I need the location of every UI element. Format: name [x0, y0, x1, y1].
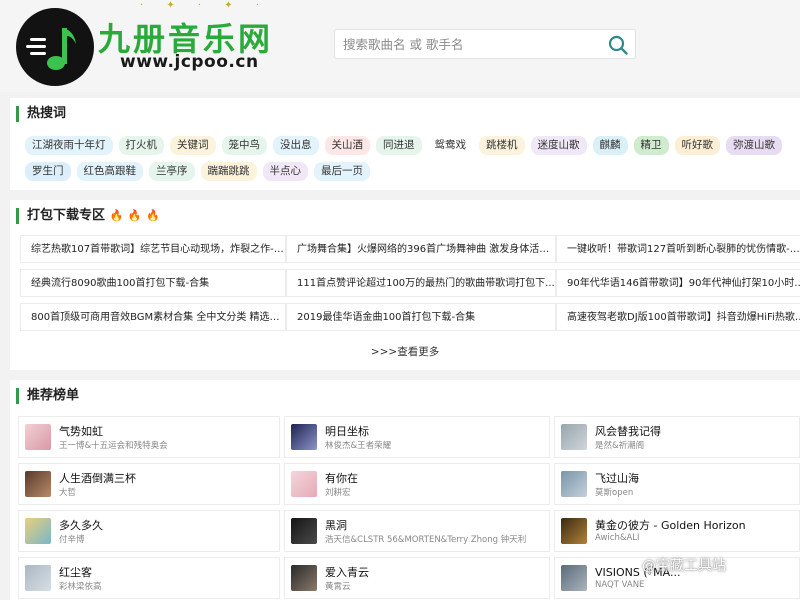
recommend-title: 推荐榜单 [16, 388, 79, 404]
pack-download-title: 打包下载专区 🔥 🔥 🔥 [16, 208, 160, 224]
song-title[interactable]: 红尘客 [59, 564, 92, 580]
recommend-song-item[interactable]: 人生酒倒满三杯 大哲 [18, 463, 280, 505]
album-cover[interactable] [291, 565, 317, 591]
pack-download-item[interactable]: 广场舞合集】火爆网络的396首广场舞神曲 激发身体活力... [286, 235, 556, 263]
album-cover[interactable] [25, 518, 51, 544]
song-artist: 大哲 [59, 488, 77, 498]
song-artist: 浩天信&CLSTR 56&MORTEN&Terry Zhong 钟天利 [325, 535, 527, 545]
pack-download-item[interactable]: 90年代华语146首带歌词】90年代神仙打架10小时-合集 [556, 269, 800, 297]
pack-download-item[interactable]: 2019最佳华语金曲100首打包下载-合集 [286, 303, 556, 331]
pack-download-item[interactable]: 经典流行8090歌曲100首打包下载-合集 [20, 269, 286, 297]
album-cover[interactable] [291, 471, 317, 497]
song-title[interactable]: 多久多久 [59, 517, 103, 533]
album-cover[interactable] [561, 518, 587, 544]
hot-search-tag[interactable]: 跳楼机 [479, 136, 525, 155]
hot-search-tag[interactable]: 关键词 [170, 136, 216, 155]
recommend-song-item[interactable]: 黑洞浩天信&CLSTR 56&MORTEN&Terry Zhong 钟天利 [284, 510, 550, 552]
view-more-link[interactable]: >>>查看更多 [10, 344, 800, 359]
music-note-icon [26, 28, 76, 70]
song-artist: 彩林梁依高 [59, 582, 102, 592]
recommend-song-item[interactable]: 黄金の彼方 - Golden Horizon Awich&ALI [554, 510, 800, 552]
hot-search-title: 热搜词 [16, 106, 66, 122]
hot-search-tag[interactable]: 没出息 [273, 136, 319, 155]
hot-search-panel: 热搜词 江湖夜雨十年灯 打火机 关键词 笼中鸟 没出息 关山酒 同进退 鸳鸯戏 跳楼机 迷度山歌麒… [10, 98, 800, 190]
search-input[interactable] [343, 34, 599, 54]
site-url: www.jcpoo.cn [120, 52, 259, 72]
recommend-song-item[interactable]: 红尘客 彩林梁依高 [18, 557, 280, 599]
hot-search-tags: 江湖夜雨十年灯 打火机 关键词 笼中鸟 没出息 关山酒 同进退 鸳鸯戏 跳楼机 迷度山歌 麒麟 精卫听… [25, 136, 795, 188]
hot-search-tag[interactable]: 笼中鸟 [221, 136, 267, 155]
song-title[interactable]: 爱入青云 [325, 564, 369, 580]
fire-icon: 🔥 [109, 209, 124, 222]
hot-search-tag[interactable]: 江湖夜雨十年灯 [25, 136, 113, 155]
recommend-song-item[interactable]: 有你在 刘耕宏 [284, 463, 550, 505]
hot-search-tag[interactable]: 半点心 [262, 162, 308, 181]
song-artist: 付辛博 [59, 535, 85, 545]
pack-download-title-text: 打包下载专区 [27, 208, 106, 223]
song-title[interactable]: 黑洞 [325, 517, 347, 533]
sparkle-decoration: · ✦ · ✦ · [140, 0, 270, 11]
hot-search-tag[interactable]: 兰亭序 [149, 162, 195, 181]
site-header: · ✦ · ✦ · 九册音乐网 www.jcpoo.cn [0, 0, 800, 92]
hot-search-tag[interactable]: 同进退 [376, 136, 422, 155]
pack-download-panel: 打包下载专区 🔥 🔥 🔥 综艺热歌107首带歌词】综艺节目心动现场，炸裂之作-合… [10, 200, 800, 370]
recommend-song-item[interactable]: 气势如虹王一博&十五运会和残特奥会 [18, 416, 280, 458]
hot-search-tag[interactable]: 听好歌 [674, 136, 720, 155]
song-artist: Awich&ALI [595, 533, 640, 543]
hot-search-tag[interactable]: 红色高跟鞋 [76, 162, 143, 181]
recommend-song-item[interactable]: 风会替我记得是然&祈潮阁 [554, 416, 800, 458]
song-title[interactable]: 飞过山海 [595, 470, 639, 486]
recommend-song-item[interactable]: 多久多久 付辛博 [18, 510, 280, 552]
pack-download-item[interactable]: 111首点赞评论超过100万的最热门的歌曲带歌词打包下... [286, 269, 556, 297]
album-cover[interactable] [291, 518, 317, 544]
hot-search-tag[interactable]: 打火机 [118, 136, 164, 155]
song-title[interactable]: 人生酒倒满三杯 [59, 470, 136, 486]
search-box [334, 29, 636, 59]
pack-download-item[interactable]: 高速夜驾老歌DJ版100首带歌词】抖音劲爆HiFi热歌-合集 [556, 303, 800, 331]
album-cover[interactable] [561, 471, 587, 497]
song-title[interactable]: 气势如虹 [59, 423, 103, 439]
song-artist: 王一博&十五运会和残特奥会 [59, 441, 168, 451]
hot-search-tag[interactable]: 鸳鸯戏 [427, 136, 473, 155]
album-cover[interactable] [25, 565, 51, 591]
hot-search-tag[interactable]: 迷度山歌 [530, 136, 587, 155]
recommend-song-item[interactable]: 飞过山海莫斯open [554, 463, 800, 505]
song-artist: 是然&祈潮阁 [595, 441, 645, 451]
pack-download-item[interactable]: 一键收听！带歌词127首听到断心裂肺的忧伤情歌-合集 [556, 235, 800, 263]
song-artist: 林俊杰&王者荣耀 [325, 441, 392, 451]
hot-search-tag[interactable]: 精卫 [633, 136, 669, 155]
watermark-text: @宝藏工具站 [642, 558, 726, 574]
hot-search-tag[interactable]: 弥渡山歌 [726, 136, 782, 155]
album-cover[interactable] [561, 565, 587, 591]
album-cover[interactable] [561, 424, 587, 450]
song-artist: 黄霄云 [325, 582, 351, 592]
hot-search-tag[interactable]: 关山酒 [324, 136, 370, 155]
fire-icon: 🔥 [146, 209, 160, 222]
search-icon[interactable] [607, 34, 629, 56]
song-title[interactable]: 有你在 [325, 470, 358, 486]
song-title[interactable]: 风会替我记得 [595, 423, 661, 439]
song-artist: 刘耕宏 [325, 488, 351, 498]
recommend-song-item[interactable]: 爱入青云 黄霄云 [284, 557, 550, 599]
song-title[interactable]: 黄金の彼方 - Golden Horizon [595, 517, 746, 533]
hot-search-tag[interactable]: 麒麟 [592, 136, 628, 155]
pack-download-item[interactable]: 800首顶级可商用音效BGM素材合集 全中文分类 精选素... [20, 303, 286, 331]
hot-search-tag[interactable]: 罗生门 [25, 162, 71, 181]
song-artist: 莫斯open [595, 488, 634, 498]
album-cover[interactable] [291, 424, 317, 450]
song-artist: NAQT VANE [595, 580, 645, 590]
logo-icon[interactable] [16, 8, 94, 86]
pack-download-item[interactable]: 综艺热歌107首带歌词】综艺节目心动现场，炸裂之作-合集 [20, 235, 286, 263]
song-title[interactable]: 明日坐标 [325, 423, 369, 439]
album-cover[interactable] [25, 424, 51, 450]
recommend-song-item[interactable]: 明日坐标林俊杰&王者荣耀 [284, 416, 550, 458]
hot-search-tag[interactable]: 最后一页 [314, 162, 370, 181]
fire-icon: 🔥 [127, 209, 142, 222]
album-cover[interactable] [25, 471, 51, 497]
hot-search-tag[interactable]: 踹踹跳跳 [200, 162, 257, 181]
